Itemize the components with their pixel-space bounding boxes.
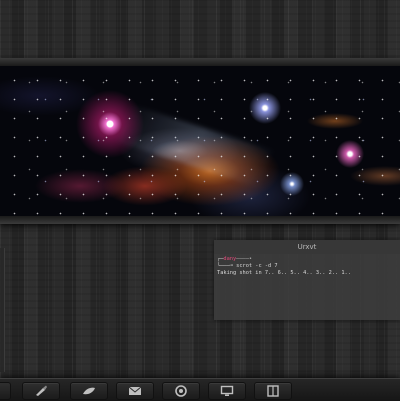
dock-bar (0, 378, 400, 401)
dock-edge-button[interactable] (0, 382, 11, 400)
book-icon (267, 385, 279, 397)
prompt-arrow: └───╼ (217, 263, 233, 269)
terminal-output-line: Taking shot in 7.. 6.. 5.. 4.. 3.. 2.. 1… (217, 270, 351, 276)
leaf-icon (83, 387, 95, 395)
terminal-output[interactable]: ┌─dany────• └───╼ scrot -c -d 7 Taking s… (217, 256, 399, 277)
monitor-icon (220, 385, 234, 396)
dock-item-monitor[interactable] (208, 382, 246, 400)
mail-icon (128, 386, 142, 395)
banner-top-bar (0, 58, 400, 66)
dock-item-book[interactable] (254, 382, 292, 400)
prompt-suffix: ────• (236, 256, 253, 262)
wallpaper-banner (0, 58, 400, 224)
terminal-title[interactable]: Urxvt (214, 240, 400, 254)
paintbrush-icon (36, 385, 47, 396)
dock-item-paint[interactable] (22, 382, 60, 400)
dock-item-browser[interactable] (162, 382, 200, 400)
firefox-icon (175, 385, 187, 397)
terminal-command: scrot -c -d 7 (236, 263, 278, 269)
space-nebula-image (0, 66, 400, 216)
terminal-window[interactable]: Urxvt ┌─dany────• └───╼ scrot -c -d 7 Ta… (214, 240, 400, 320)
prompt-user: dany (223, 256, 237, 262)
dock-item-mail[interactable] (116, 382, 154, 400)
dock-item-leaf[interactable] (70, 382, 108, 400)
banner-bottom-bar (0, 216, 400, 224)
left-panel-edge (0, 248, 5, 372)
